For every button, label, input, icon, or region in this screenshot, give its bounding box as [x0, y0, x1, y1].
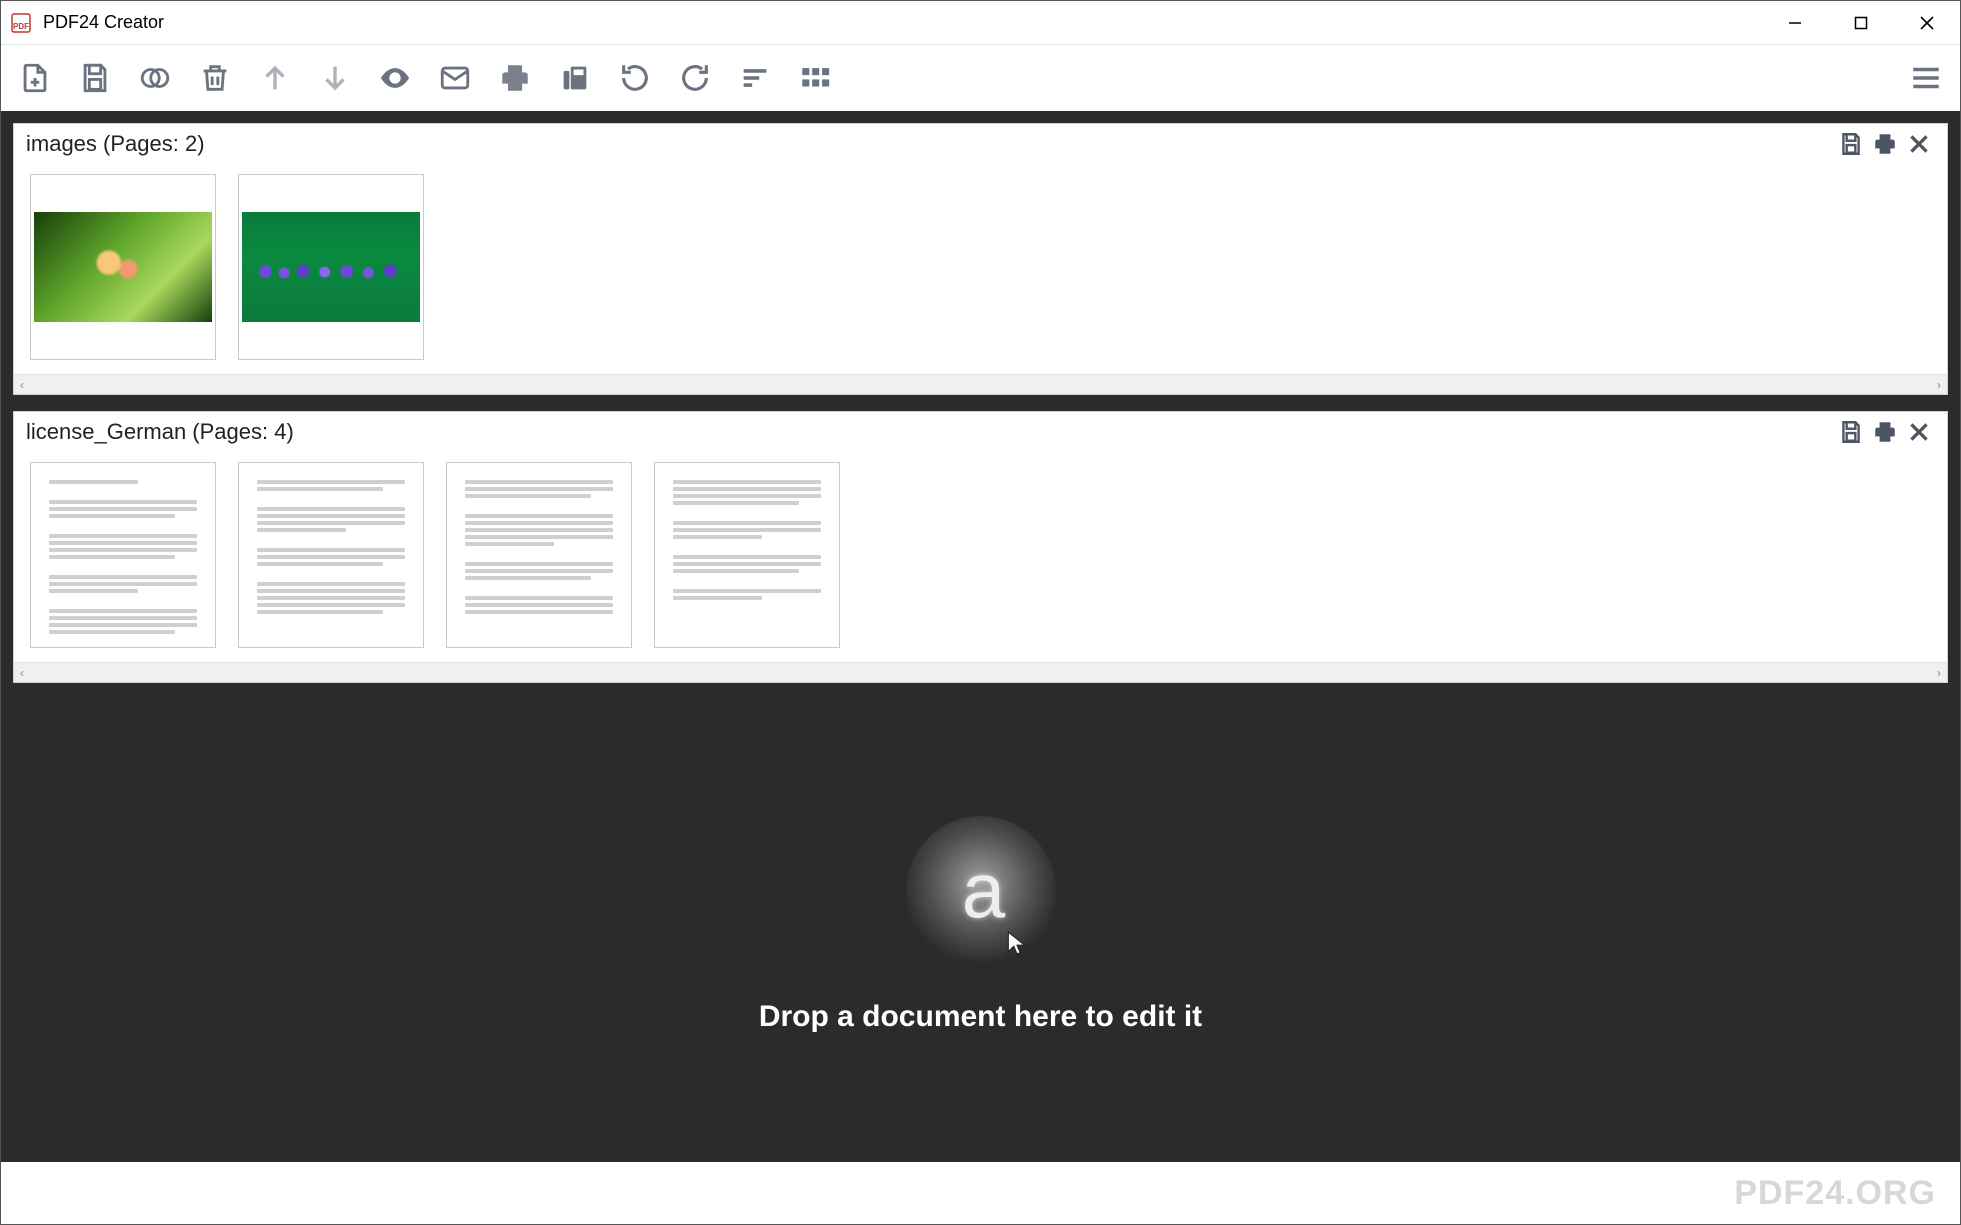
save-button[interactable]	[73, 56, 117, 100]
scroll-right-icon[interactable]: ›	[1937, 378, 1941, 392]
rotate-left-button[interactable]	[613, 56, 657, 100]
workspace: images (Pages: 2) ‹	[1, 111, 1960, 1162]
preview-button[interactable]	[373, 56, 417, 100]
maximize-button[interactable]	[1828, 1, 1894, 45]
document-panel[interactable]: images (Pages: 2) ‹	[13, 123, 1948, 395]
rotate-right-button[interactable]	[673, 56, 717, 100]
menu-button[interactable]	[1904, 56, 1948, 100]
delete-button[interactable]	[193, 56, 237, 100]
watermark: PDF24.ORG	[1734, 1174, 1936, 1213]
app-title: PDF24 Creator	[43, 12, 164, 33]
bottom-bar: PDF24.ORG	[1, 1162, 1960, 1224]
new-document-button[interactable]	[13, 56, 57, 100]
document-pages	[14, 164, 1947, 374]
document-header: license_German (Pages: 4)	[14, 412, 1947, 452]
page-thumbnail[interactable]	[30, 174, 216, 360]
drop-zone[interactable]: a Drop a document here to edit it	[13, 699, 1948, 1150]
cursor-icon	[1004, 930, 1030, 956]
page-thumbnail[interactable]	[30, 462, 216, 648]
document-header: images (Pages: 2)	[14, 124, 1947, 164]
close-button[interactable]	[1894, 1, 1960, 45]
svg-text:PDF: PDF	[13, 22, 29, 31]
minimize-button[interactable]	[1762, 1, 1828, 45]
scroll-right-icon[interactable]: ›	[1937, 666, 1941, 680]
page-thumbnail[interactable]	[238, 462, 424, 648]
page-thumbnail[interactable]	[238, 174, 424, 360]
doc-close-button[interactable]	[1903, 128, 1935, 160]
window-controls	[1762, 1, 1960, 45]
drop-zone-text: Drop a document here to edit it	[759, 1000, 1202, 1034]
document-title: license_German (Pages: 4)	[26, 419, 294, 445]
app-icon: PDF	[9, 11, 33, 35]
merge-button[interactable]	[133, 56, 177, 100]
move-down-button[interactable]	[313, 56, 357, 100]
page-thumbnail[interactable]	[654, 462, 840, 648]
app-window: PDF PDF24 Creator	[0, 0, 1961, 1225]
document-panel[interactable]: license_German (Pages: 4)	[13, 411, 1948, 683]
sort-button[interactable]	[733, 56, 777, 100]
grid-view-button[interactable]	[793, 56, 837, 100]
toolbar	[1, 45, 1960, 111]
doc-print-button[interactable]	[1869, 128, 1901, 160]
document-pages	[14, 452, 1947, 662]
page-thumbnail[interactable]	[446, 462, 632, 648]
print-button[interactable]	[493, 56, 537, 100]
scroll-left-icon[interactable]: ‹	[20, 378, 24, 392]
drop-zone-icon: a	[906, 816, 1056, 966]
fax-button[interactable]	[553, 56, 597, 100]
email-button[interactable]	[433, 56, 477, 100]
doc-save-button[interactable]	[1835, 416, 1867, 448]
titlebar: PDF PDF24 Creator	[1, 1, 1960, 45]
document-scrollbar[interactable]: ‹ ›	[14, 374, 1947, 394]
document-scrollbar[interactable]: ‹ ›	[14, 662, 1947, 682]
doc-print-button[interactable]	[1869, 416, 1901, 448]
doc-close-button[interactable]	[1903, 416, 1935, 448]
scroll-left-icon[interactable]: ‹	[20, 666, 24, 680]
document-title: images (Pages: 2)	[26, 131, 205, 157]
doc-save-button[interactable]	[1835, 128, 1867, 160]
move-up-button[interactable]	[253, 56, 297, 100]
